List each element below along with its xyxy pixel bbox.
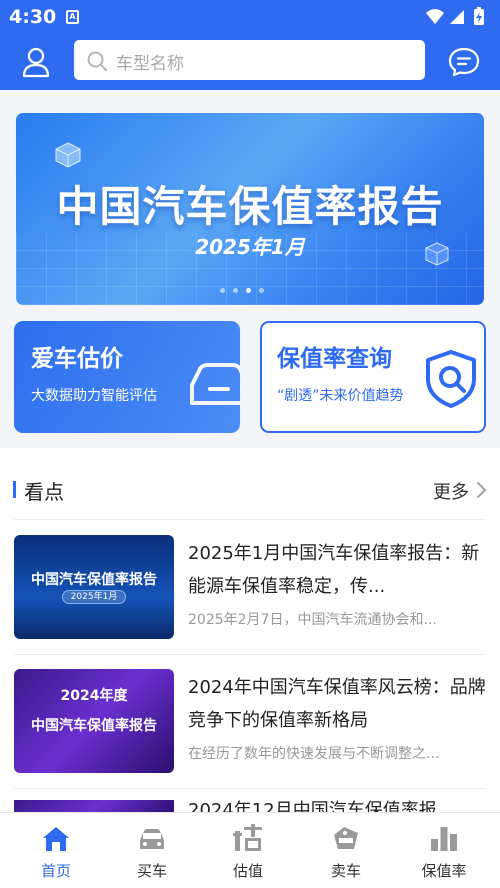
article-item[interactable]: 中国汽车保值率报告 2025年1月 2025年1月中国汽车保值率报告：新能源车保… xyxy=(0,535,500,645)
highlights-section-header: 看点 更多 xyxy=(0,470,500,510)
card-subtitle: “剧透”未来价值趋势 xyxy=(277,388,404,404)
tab-label: 估值 xyxy=(232,862,263,880)
more-link[interactable]: 更多 xyxy=(433,478,469,504)
thumb-title: 中国汽车保值率报告 xyxy=(31,572,157,588)
card-title: 爱车估价 xyxy=(31,346,123,372)
bar-chart-icon xyxy=(431,827,457,851)
user-icon[interactable] xyxy=(18,44,54,80)
thumb-title: 中国汽车保值率报告 xyxy=(31,718,157,734)
carousel-dot[interactable] xyxy=(259,288,264,293)
banner-carousel[interactable]: 中国汽车保值率报告 2025年1月 xyxy=(16,113,484,305)
card-subtitle: 大数据助力智能评估 xyxy=(31,388,157,404)
thumb-year: 2024年度 xyxy=(60,688,128,704)
tab-label: 首页 xyxy=(40,862,71,880)
tab-label: 买车 xyxy=(136,862,167,880)
notification-icon: A xyxy=(66,10,79,24)
article-thumbnail: 2024年度 中国汽车保值率报告 xyxy=(14,669,174,773)
tab-home[interactable]: 首页 xyxy=(6,813,106,888)
top-header: 4:30 A 车型名称 xyxy=(0,0,500,90)
carousel-dot-active[interactable] xyxy=(246,288,251,293)
section-title: 看点 xyxy=(24,480,64,504)
bottom-tab-bar: 首页 买车 估值 卖车 保值率 xyxy=(0,812,500,888)
article-title: 2025年1月中国汽车保值率报告：新能源车保值率稳定，传... xyxy=(188,543,480,597)
banner-title: 中国汽车保值率报告 xyxy=(56,182,444,231)
tab-residual-rate[interactable]: 保值率 xyxy=(394,813,494,888)
section-accent-bar xyxy=(13,481,16,498)
car-valuation-card[interactable]: 爱车估价 大数据助力智能评估 xyxy=(14,321,240,433)
tab-label: 保值率 xyxy=(421,862,467,880)
carousel-indicator xyxy=(220,288,280,296)
divider xyxy=(14,788,486,789)
message-icon[interactable] xyxy=(446,44,482,80)
shield-search-icon xyxy=(426,350,476,408)
tab-buy-car[interactable]: 买车 xyxy=(102,813,202,888)
article-title: 2024年中国汽车保值率风云榜：品牌竞争下的保值率新格局 xyxy=(188,677,486,731)
search-icon xyxy=(87,51,107,71)
article-item[interactable]: 2024年度 中国汽车保值率报告 2024年中国汽车保值率风云榜：品牌竞争下的保… xyxy=(0,669,500,779)
article-desc: 在经历了数年的快速发展与不断调整之... xyxy=(188,746,440,762)
valuation-icon xyxy=(233,824,262,851)
divider xyxy=(14,519,486,520)
search-placeholder: 车型名称 xyxy=(116,54,184,74)
article-thumbnail: 中国汽车保值率报告 2025年1月 xyxy=(14,535,174,639)
divider xyxy=(14,654,486,655)
tab-valuation[interactable]: 估值 xyxy=(198,813,298,888)
card-title: 保值率查询 xyxy=(277,346,392,372)
home-icon xyxy=(43,827,69,851)
tab-label: 卖车 xyxy=(330,862,361,880)
article-desc: 2025年2月7日，中国汽车流通协会和... xyxy=(188,612,437,628)
tab-sell-car[interactable]: 卖车 xyxy=(296,813,396,888)
status-time: 4:30 xyxy=(9,6,57,28)
signal-icon xyxy=(450,10,464,24)
status-bar: 4:30 A xyxy=(0,0,500,34)
sale-tag-icon xyxy=(334,827,358,849)
residual-value-query-card[interactable]: 保值率查询 “剧透”未来价值趋势 xyxy=(260,321,486,433)
status-icons xyxy=(426,7,484,25)
search-bar[interactable]: 车型名称 xyxy=(74,40,425,80)
thumb-subtitle: 2025年1月 xyxy=(70,592,118,602)
car-icon xyxy=(140,829,164,849)
chevron-right-icon[interactable] xyxy=(474,480,488,500)
wifi-icon xyxy=(426,9,444,24)
carousel-dot[interactable] xyxy=(233,288,238,293)
banner-subtitle: 2025年1月 xyxy=(195,235,305,259)
carousel-dot[interactable] xyxy=(220,288,225,293)
car-icon xyxy=(190,363,240,405)
cube-decoration-icon xyxy=(55,142,81,168)
